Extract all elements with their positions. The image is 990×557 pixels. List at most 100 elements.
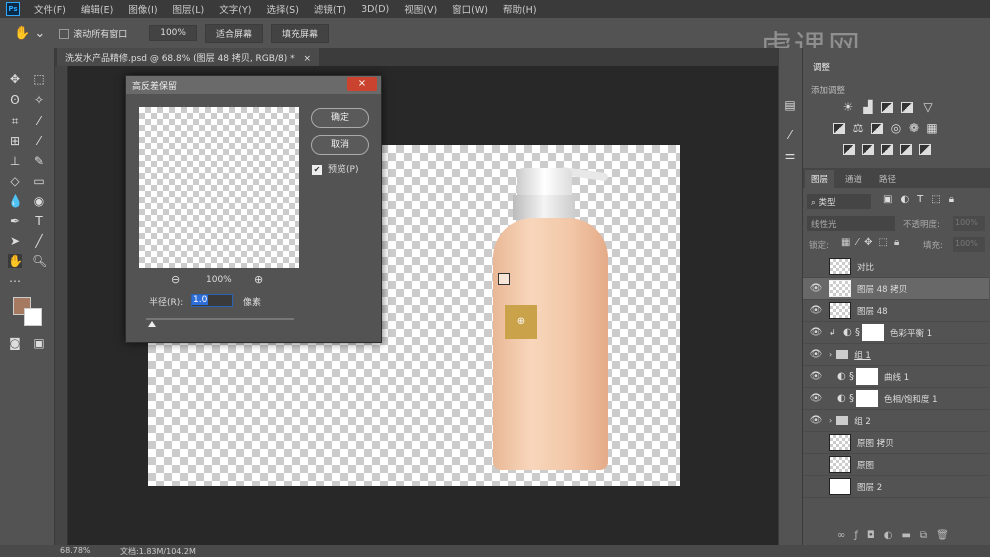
tab-layers[interactable]: 图层 — [805, 170, 835, 188]
eye-icon[interactable]: 👁︎ — [803, 305, 829, 316]
menu-layer[interactable]: 图层(L) — [173, 2, 205, 16]
photo-filter-icon[interactable]: ◎ — [889, 121, 903, 135]
eye-icon[interactable]: 👁︎ — [803, 327, 829, 338]
black-white-icon[interactable] — [871, 123, 883, 134]
scroll-all-checkbox[interactable]: 滚动所有窗口 — [59, 27, 127, 40]
expand-chevron-icon[interactable]: › — [829, 350, 832, 359]
type-tool-icon[interactable]: T — [32, 214, 46, 228]
tab-adjustments[interactable]: 调整 — [807, 58, 837, 76]
menu-3d[interactable]: 3D(D) — [361, 4, 389, 15]
radius-input[interactable]: 1.0 — [191, 294, 233, 307]
exposure-icon[interactable] — [901, 102, 913, 113]
eye-icon[interactable]: 👁︎ — [803, 393, 829, 404]
layer-filter-icons[interactable]: ▣◐T⬚🔒︎ — [883, 194, 962, 205]
expand-chevron-icon[interactable]: › — [829, 416, 832, 425]
layer-row[interactable]: 👁︎ ◐ § 曲线 1 — [803, 366, 989, 388]
menu-image[interactable]: 图像(I) — [128, 2, 157, 16]
layer-row[interactable]: 图层 2 — [803, 476, 989, 498]
ok-button[interactable]: 确定 — [311, 108, 369, 128]
brush-tool-icon[interactable]: ⁄ — [32, 134, 46, 148]
eyedropper-icon[interactable]: ⁄ — [32, 114, 46, 128]
preview-checkbox[interactable]: ✔ 预览(P) — [312, 162, 358, 175]
layer-actions-icons[interactable]: ∞ƒ◘◐▬⧉🗑︎ — [837, 530, 958, 541]
healing-tool-icon[interactable]: ⊞ — [8, 134, 22, 148]
fit-screen-button[interactable]: 适合屏幕 — [204, 23, 263, 43]
brush-panel-icon[interactable]: ⁄ — [783, 128, 797, 142]
status-zoom[interactable]: 68.78% — [60, 546, 91, 555]
lock-icons[interactable]: ▦⁄✥⬚🔒︎ — [841, 237, 905, 248]
document-tab-close-icon[interactable]: × — [303, 54, 311, 64]
menu-file[interactable]: 文件(F) — [34, 2, 66, 16]
threshold-icon[interactable] — [881, 144, 893, 155]
radius-slider-thumb[interactable] — [148, 321, 156, 327]
zoom-in-icon[interactable]: ⊕ — [254, 273, 263, 286]
fill-input[interactable]: 100% — [953, 237, 985, 252]
tab-channels[interactable]: 通道 — [839, 170, 868, 188]
screen-mode-icon[interactable]: ▣ — [32, 336, 46, 350]
lasso-tool-icon[interactable]: ʘ — [8, 93, 22, 107]
blur-tool-icon[interactable]: 💧 — [8, 194, 23, 208]
levels-icon[interactable]: ▟ — [861, 100, 875, 114]
channel-mixer-icon[interactable]: ❁ — [907, 121, 921, 135]
menu-type[interactable]: 文字(Y) — [219, 2, 251, 16]
layer-row[interactable]: 👁︎ ↲ ◐ § 色彩平衡 1 — [803, 322, 989, 344]
menu-window[interactable]: 窗口(W) — [452, 2, 488, 16]
hand-tool-icon[interactable]: ✋ — [8, 254, 23, 268]
menu-edit[interactable]: 编辑(E) — [81, 2, 113, 16]
document-tab[interactable]: 洗发水产品精修.psd @ 68.8% (图层 48 拷贝, RGB/8) * … — [57, 48, 320, 66]
hue-saturation-icon[interactable] — [833, 123, 845, 134]
layer-row[interactable]: 对比 — [803, 256, 989, 278]
layer-row-selected[interactable]: 👁︎ 图层 48 拷贝 — [803, 278, 989, 300]
vibrance-icon[interactable]: ▽ — [921, 100, 935, 114]
curves-icon[interactable] — [881, 102, 893, 113]
pen-tool-icon[interactable]: ✒ — [8, 214, 22, 228]
marquee-tool-icon[interactable]: ⬚ — [32, 72, 46, 86]
color-lookup-icon[interactable]: ▦ — [925, 121, 939, 135]
layer-row[interactable]: 原图 — [803, 454, 989, 476]
menu-filter[interactable]: 滤镜(T) — [314, 2, 346, 16]
layer-filter-select[interactable]: ⌕ 类型 — [807, 194, 871, 209]
quick-mask-icon[interactable]: ◙ — [8, 336, 22, 350]
eye-icon[interactable]: 👁︎ — [803, 349, 829, 360]
line-tool-icon[interactable]: ╱ — [32, 234, 46, 248]
filter-preview[interactable] — [139, 107, 299, 268]
group-row[interactable]: 👁︎ › 组 2 — [803, 410, 989, 432]
hand-tool-icon[interactable]: ✋ ⌄ — [14, 26, 45, 41]
cancel-button[interactable]: 取消 — [311, 135, 369, 155]
zoom-100-button[interactable]: 100% — [149, 25, 197, 41]
opacity-input[interactable]: 100% — [953, 216, 985, 231]
path-select-icon[interactable]: ➤ — [8, 234, 22, 248]
menu-select[interactable]: 选择(S) — [266, 2, 298, 16]
properties-panel-icon[interactable]: ⚌ — [783, 148, 797, 162]
dialog-close-button[interactable]: × — [347, 77, 377, 91]
group-row[interactable]: 👁︎ › 组 1 — [803, 344, 989, 366]
magic-wand-icon[interactable]: ✧ — [32, 93, 46, 107]
history-brush-icon[interactable]: ✎ — [32, 154, 46, 168]
zoom-tool-icon[interactable]: 🔍︎ — [32, 254, 47, 268]
history-panel-icon[interactable]: ▤ — [783, 98, 797, 112]
eye-icon[interactable]: 👁︎ — [803, 415, 829, 426]
eye-icon[interactable]: 👁︎ — [803, 283, 829, 294]
dodge-tool-icon[interactable]: ◉ — [32, 194, 46, 208]
layer-row[interactable]: 原图 拷贝 — [803, 432, 989, 454]
selective-color-icon[interactable] — [919, 144, 931, 155]
more-tools-icon[interactable]: ⋯ — [8, 274, 22, 288]
layer-row[interactable]: 👁︎ ◐ § 色相/饱和度 1 — [803, 388, 989, 410]
menu-view[interactable]: 视图(V) — [404, 2, 437, 16]
move-tool-icon[interactable]: ✥ — [8, 72, 22, 86]
fill-screen-button[interactable]: 填充屏幕 — [270, 23, 329, 43]
color-balance-icon[interactable]: ⚖ — [851, 121, 865, 135]
gradient-map-icon[interactable] — [900, 144, 912, 155]
zoom-out-icon[interactable]: ⊖ — [171, 273, 180, 286]
stamp-tool-icon[interactable]: ⊥ — [8, 154, 22, 168]
invert-icon[interactable] — [843, 144, 855, 155]
eraser-tool-icon[interactable]: ◇ — [8, 174, 22, 188]
background-color-swatch[interactable] — [24, 308, 42, 326]
brightness-icon[interactable]: ☀ — [841, 100, 855, 114]
tab-paths[interactable]: 路径 — [873, 170, 902, 188]
gradient-tool-icon[interactable]: ▭ — [32, 174, 46, 188]
eye-icon[interactable]: 👁︎ — [803, 371, 829, 382]
menu-help[interactable]: 帮助(H) — [503, 2, 537, 16]
crop-tool-icon[interactable]: ⌗ — [8, 114, 22, 128]
blend-mode-select[interactable]: 线性光 — [807, 216, 895, 231]
